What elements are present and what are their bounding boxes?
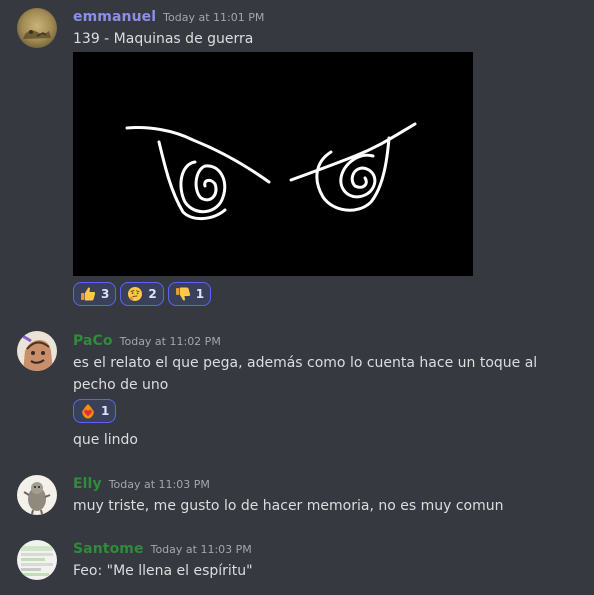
- reaction-count: 1: [101, 404, 110, 418]
- message-text: es el relato el que pega, además como lo…: [73, 355, 538, 393]
- reaction-thinking-face[interactable]: 2: [120, 282, 164, 306]
- message-text: 139 - Maquinas de guerra: [73, 31, 254, 47]
- username-paco[interactable]: PaCo: [73, 333, 113, 349]
- angry-eyes-drawing: [125, 122, 417, 220]
- image-attachment[interactable]: [73, 52, 473, 276]
- reaction-bar: 3 2 1: [73, 282, 212, 306]
- message-timestamp: Today at 11:03 PM: [150, 543, 252, 556]
- message-text: muy triste, me gusto lo de hacer memoria…: [73, 498, 504, 514]
- message-header: PaCo Today at 11:02 PM: [73, 333, 221, 349]
- message-text-followup: que lindo: [73, 432, 138, 448]
- reaction-count: 2: [148, 287, 157, 301]
- message-text: Feo: "Me llena el espíritu": [73, 563, 253, 579]
- avatar-santome[interactable]: [17, 540, 57, 580]
- username-santome[interactable]: Santome: [73, 541, 144, 557]
- reaction-count: 3: [101, 287, 110, 301]
- reaction-thumbs-down[interactable]: 1: [167, 282, 212, 306]
- username-elly[interactable]: Elly: [73, 476, 102, 492]
- avatar-paco[interactable]: [17, 331, 57, 371]
- reaction-count: 1: [195, 287, 205, 301]
- avatar-elly[interactable]: [17, 475, 57, 515]
- thumbs-down-icon: [175, 287, 190, 301]
- message-timestamp: Today at 11:03 PM: [108, 478, 210, 491]
- heart-on-fire-icon: [82, 404, 94, 419]
- avatar-emmanuel[interactable]: [17, 8, 57, 48]
- reaction-bar: 1: [73, 399, 117, 423]
- reaction-thumbs-up[interactable]: 3: [73, 282, 117, 306]
- thumbs-up-icon: [81, 287, 96, 301]
- chat-message-list: emmanuel Today at 11:01 PM 139 - Maquina…: [0, 0, 594, 595]
- message-header: Elly Today at 11:03 PM: [73, 476, 210, 492]
- reaction-heart-on-fire[interactable]: 1: [73, 399, 117, 423]
- username-emmanuel[interactable]: emmanuel: [73, 9, 156, 25]
- message-header: Santome Today at 11:03 PM: [73, 541, 252, 557]
- thinking-face-icon: [128, 287, 143, 301]
- message-timestamp: Today at 11:02 PM: [119, 335, 221, 348]
- message-timestamp: Today at 11:01 PM: [163, 11, 265, 24]
- message-header: emmanuel Today at 11:01 PM: [73, 9, 264, 25]
